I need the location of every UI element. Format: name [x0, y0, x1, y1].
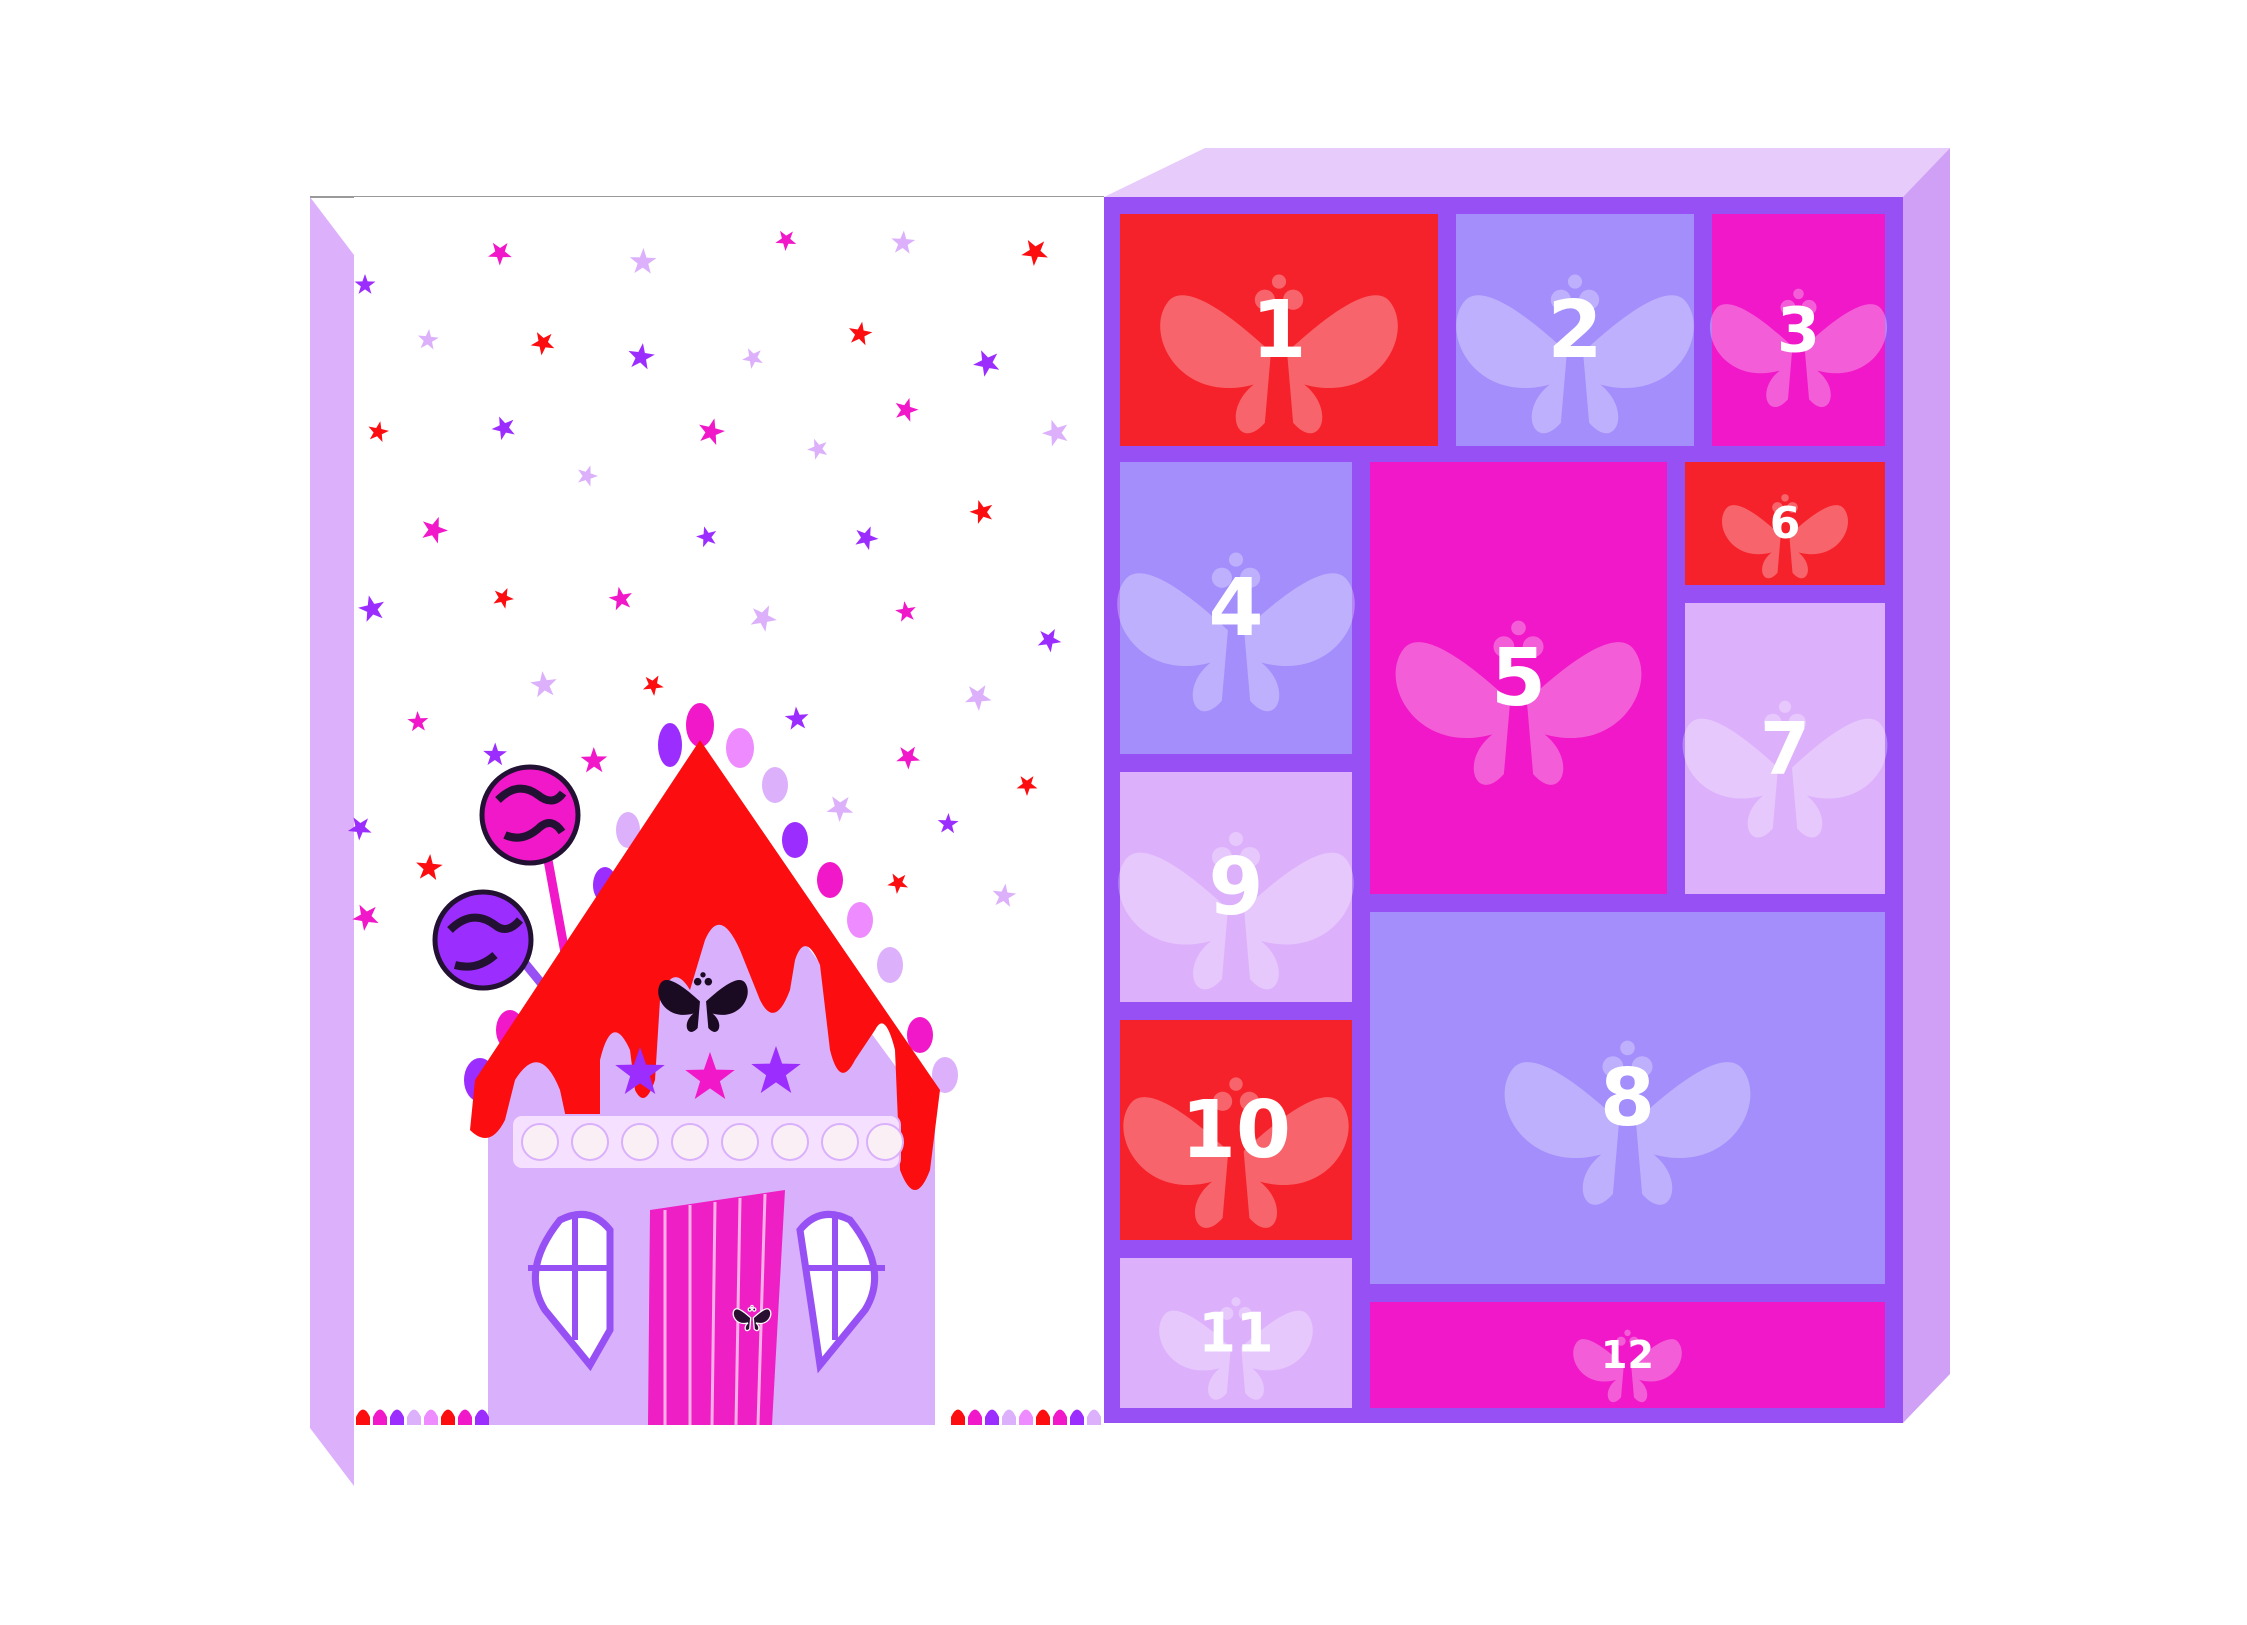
door-number: 8	[1600, 1052, 1655, 1144]
door-2[interactable]: 2	[1456, 214, 1694, 446]
door-number: 12	[1601, 1333, 1654, 1377]
door-10[interactable]: 10	[1120, 1020, 1352, 1240]
box-top-face	[1104, 148, 1950, 197]
door-number: 7	[1760, 707, 1810, 791]
door-1[interactable]: 1	[1120, 214, 1438, 446]
door-number: 1	[1252, 284, 1307, 376]
lid-edge	[310, 197, 354, 1486]
door-number: 4	[1209, 562, 1264, 654]
door-number: 11	[1198, 1302, 1273, 1365]
door-4[interactable]: 4	[1117, 462, 1355, 754]
door-number: 10	[1181, 1084, 1291, 1176]
house-door	[648, 1190, 785, 1426]
door-number: 3	[1777, 294, 1820, 367]
door-7[interactable]: 7	[1682, 603, 1888, 894]
box-side-face	[1903, 148, 1950, 1423]
door-12[interactable]: 12	[1370, 1302, 1885, 1408]
calendar-doors: 1 2 34567891011 12	[1117, 214, 1888, 1408]
door-number: 9	[1209, 841, 1264, 933]
lace-trim	[511, 1114, 904, 1170]
door-3[interactable]: 3	[1709, 214, 1888, 446]
door-11[interactable]: 11	[1120, 1258, 1352, 1408]
door-number: 2	[1548, 284, 1603, 376]
door-5[interactable]: 5	[1370, 462, 1667, 894]
door-8[interactable]: 8	[1370, 912, 1885, 1284]
door-9[interactable]: 9	[1118, 772, 1354, 1002]
door-number: 5	[1491, 632, 1546, 724]
advent-calendar-illustration: 1 2 34567891011 12	[310, 148, 1950, 1486]
door-number: 6	[1770, 498, 1801, 549]
door-6[interactable]: 6	[1685, 462, 1885, 585]
